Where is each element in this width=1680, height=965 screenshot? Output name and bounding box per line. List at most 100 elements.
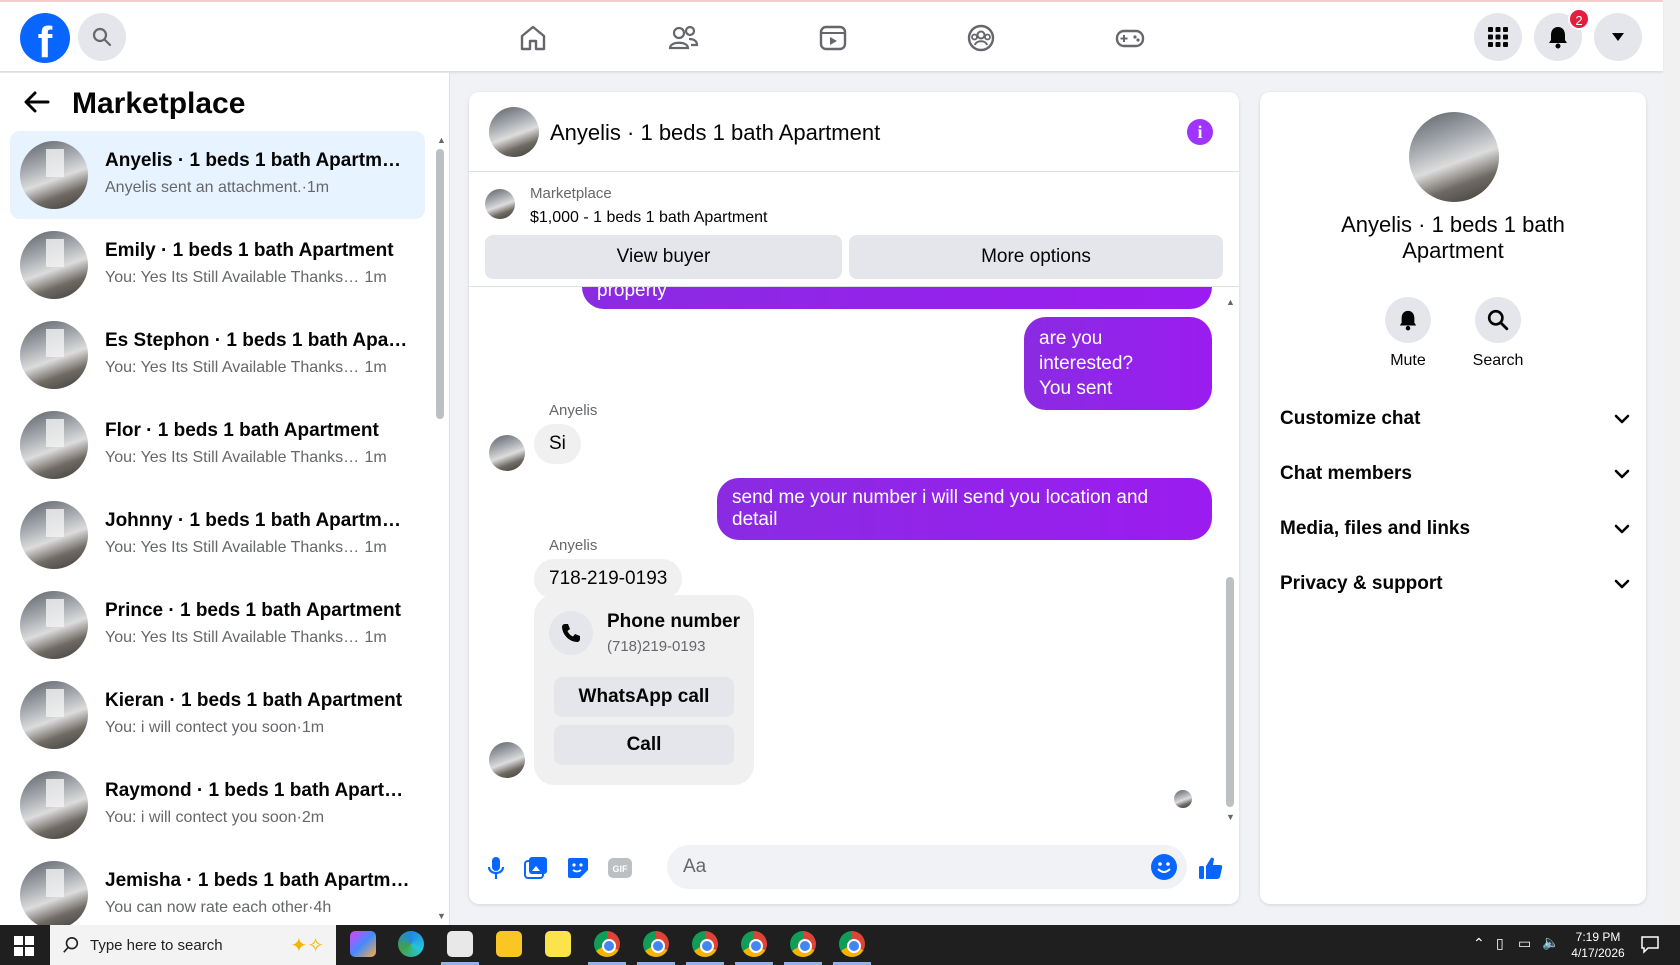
- message-scrollbar[interactable]: [1226, 577, 1234, 807]
- conversation-item[interactable]: Johnny · 1 beds 1 bath Apartment You: Ye…: [10, 491, 425, 579]
- search-label: Search: [1472, 352, 1524, 369]
- conversation-item[interactable]: Prince · 1 beds 1 bath Apartment You: Ye…: [10, 581, 425, 669]
- preview-text: You: Yes Its Still Available Thanks fo..…: [105, 269, 360, 286]
- thumbs-up-icon[interactable]: [1197, 854, 1225, 882]
- conversation-item[interactable]: Flor · 1 beds 1 bath Apartment You: Yes …: [10, 401, 425, 489]
- scroll-up-arrow[interactable]: ▲: [1226, 297, 1235, 307]
- sidebar-scrollbar[interactable]: [436, 149, 444, 419]
- listing-price[interactable]: $1,000 - 1 beds 1 bath Apartment: [530, 209, 768, 227]
- avatar: [489, 435, 525, 471]
- avatar: [20, 321, 88, 389]
- chat-header: Anyelis · 1 beds 1 bath Apartment i: [469, 92, 1239, 172]
- conversation-item[interactable]: Kieran · 1 beds 1 bath Apartment You: i …: [10, 671, 425, 759]
- conversation-name: Flor · 1 beds 1 bath Apartment: [105, 420, 379, 441]
- conversation-item[interactable]: Anyelis · 1 beds 1 bath Apartment Anyeli…: [10, 131, 425, 219]
- row-label: Chat members: [1280, 463, 1412, 484]
- back-arrow-icon[interactable]: [24, 91, 50, 118]
- chrome-app-icon[interactable]: [692, 931, 718, 957]
- scroll-up-arrow[interactable]: ▲: [437, 135, 446, 145]
- search-in-chat-button[interactable]: Search: [1463, 297, 1533, 370]
- avatar[interactable]: [1409, 112, 1499, 202]
- chat-members-row[interactable]: Chat members: [1280, 454, 1630, 494]
- nav-gaming[interactable]: [1112, 20, 1148, 56]
- conversation-preview: You: Yes Its Still Available Thanks fo..…: [105, 539, 387, 557]
- scroll-down-arrow[interactable]: ▼: [1226, 812, 1235, 822]
- scroll-down-arrow[interactable]: ▼: [437, 911, 446, 921]
- avatar[interactable]: [489, 107, 539, 157]
- network-icon[interactable]: ▭: [1518, 935, 1531, 952]
- chrome-app-icon[interactable]: [643, 931, 669, 957]
- bell-icon: [1549, 27, 1567, 49]
- message-text: are you interested?: [1039, 328, 1134, 374]
- notification-center-icon[interactable]: [1640, 934, 1660, 959]
- conversation-preview: You: Yes Its Still Available Thanks fo..…: [105, 449, 387, 467]
- photo-icon[interactable]: [522, 854, 550, 882]
- listing-banner: Marketplace $1,000 - 1 beds 1 bath Apart…: [469, 172, 1239, 287]
- grid-menu-icon: [1488, 27, 1508, 47]
- app-icon[interactable]: [447, 931, 473, 957]
- privacy-support-row[interactable]: Privacy & support: [1280, 564, 1630, 604]
- chevron-down-icon: [1614, 414, 1630, 424]
- preview-time: 1m: [364, 359, 387, 376]
- incoming-message[interactable]: 718-219-0193: [534, 559, 683, 599]
- conversation-item[interactable]: Emily · 1 beds 1 bath Apartment You: Yes…: [10, 221, 425, 309]
- preview-time: 1m: [306, 179, 330, 196]
- view-buyer-button[interactable]: View buyer: [485, 235, 842, 279]
- system-clock[interactable]: 7:19 PM 4/17/2026: [1563, 929, 1633, 961]
- conversation-preview: You: i will contect you soon·2m: [105, 809, 325, 826]
- message-list: property are you interested? You sent An…: [469, 287, 1239, 832]
- windows-start-icon[interactable]: [14, 936, 34, 961]
- media-files-links-row[interactable]: Media, files and links: [1280, 509, 1630, 549]
- preview-time: 2m: [301, 809, 325, 826]
- file-explorer-icon[interactable]: [496, 931, 522, 957]
- gif-icon[interactable]: GIF: [606, 854, 634, 882]
- conversation-item[interactable]: Es Stephon · 1 beds 1 bath Apart... You:…: [10, 311, 425, 399]
- more-options-button[interactable]: More options: [849, 235, 1223, 279]
- message-input[interactable]: [667, 845, 1187, 889]
- nav-video[interactable]: [815, 20, 851, 56]
- whatsapp-call-button[interactable]: WhatsApp call: [554, 677, 734, 717]
- sticker-icon[interactable]: [564, 854, 592, 882]
- menu-button[interactable]: [1474, 13, 1522, 61]
- outgoing-message[interactable]: send me your number i will send you loca…: [717, 478, 1212, 540]
- avatar: [20, 591, 88, 659]
- chat-title[interactable]: Anyelis · 1 beds 1 bath Apartment: [550, 120, 880, 146]
- page-scrollbar[interactable]: [1664, 0, 1680, 925]
- call-button[interactable]: Call: [554, 725, 734, 765]
- conversation-item[interactable]: Raymond · 1 beds 1 bath Apartm... You: i…: [10, 761, 425, 849]
- nav-friends[interactable]: [665, 20, 701, 56]
- search-button[interactable]: [78, 13, 126, 61]
- emoji-icon[interactable]: [1151, 854, 1177, 880]
- conversation-sidebar: Marketplace Anyelis · 1 beds 1 bath Apar…: [0, 73, 450, 925]
- chrome-app-icon[interactable]: [839, 931, 865, 957]
- nav-home[interactable]: [515, 20, 551, 56]
- conversation-preview: You can now rate each other·4h: [105, 899, 332, 916]
- volume-icon[interactable]: 🔈: [1542, 934, 1559, 951]
- conversation-preview: You: Yes Its Still Available Thanks fo..…: [105, 359, 387, 377]
- chrome-app-icon[interactable]: [790, 931, 816, 957]
- tray-overflow-icon[interactable]: ⌃: [1473, 935, 1485, 952]
- edge-app-icon[interactable]: [398, 931, 424, 957]
- nav-groups[interactable]: [963, 20, 999, 56]
- conversation-name: Anyelis · 1 beds 1 bath Apartment: [105, 150, 410, 171]
- chrome-app-icon[interactable]: [594, 931, 620, 957]
- outgoing-message[interactable]: property: [582, 287, 1212, 309]
- mute-button[interactable]: Mute: [1373, 297, 1443, 370]
- copilot-app-icon[interactable]: [350, 931, 376, 957]
- outgoing-message[interactable]: are you interested? You sent: [1024, 317, 1212, 410]
- conversation-item[interactable]: Jemisha · 1 beds 1 bath Apartment You ca…: [10, 851, 425, 925]
- tray-device-icon[interactable]: ▯: [1496, 935, 1504, 952]
- chrome-app-icon[interactable]: [741, 931, 767, 957]
- facebook-logo[interactable]: f: [20, 13, 70, 63]
- top-navigation-bar: f 2: [0, 0, 1663, 72]
- sticky-notes-icon[interactable]: [545, 931, 571, 957]
- preview-text: Anyelis sent an attachment.: [105, 179, 302, 196]
- incoming-message[interactable]: Si: [534, 424, 581, 464]
- conversation-preview: You: Yes Its Still Available Thanks fo..…: [105, 629, 387, 647]
- taskbar-search[interactable]: Type here to search ✦✧: [50, 925, 336, 965]
- microphone-icon[interactable]: [482, 854, 510, 882]
- account-button[interactable]: [1594, 13, 1642, 61]
- preview-text: You: Yes Its Still Available Thanks fo..…: [105, 629, 360, 646]
- customize-chat-row[interactable]: Customize chat: [1280, 399, 1630, 439]
- info-icon[interactable]: i: [1187, 119, 1213, 145]
